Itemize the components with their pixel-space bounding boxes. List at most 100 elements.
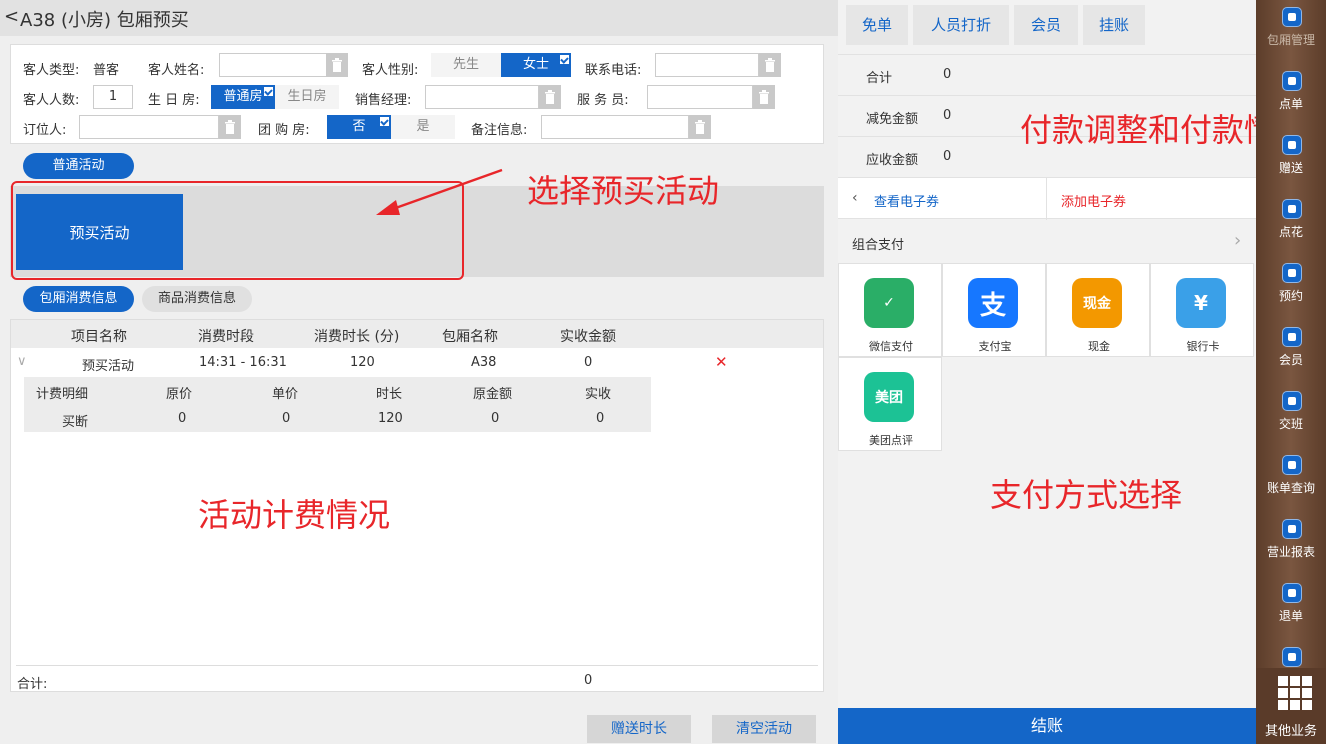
pay-bank-card-label: 银行卡: [1186, 340, 1220, 353]
add-coupon-link[interactable]: 添加电子券: [1061, 191, 1126, 210]
clear-sales-manager-icon[interactable]: [539, 85, 561, 109]
consumption-table: 项目名称 消费时段 消费时长 (分) 包厢名称 实收金额 ∨ 预买活动 14:3…: [10, 319, 824, 692]
total-value: 0: [584, 673, 593, 688]
room-management-icon: [1282, 7, 1302, 27]
sidebar-item-report[interactable]: 营业报表: [1256, 512, 1326, 576]
clear-activity-button[interactable]: 清空活动: [712, 715, 816, 743]
sidebar-item-label: 预约: [1278, 289, 1303, 303]
pay-meituan[interactable]: 美团 美团点评: [838, 357, 942, 451]
expand-icon[interactable]: ∨: [17, 354, 27, 369]
row-room: A38: [471, 355, 497, 370]
sidebar-item-label: 账单查询: [1266, 481, 1315, 495]
payment-panel: 免单 人员打折 会员 挂账 合计 0 减免金额 0 应收金额 0 付款调整和付款…: [838, 0, 1308, 744]
booker-field[interactable]: [79, 115, 219, 139]
summary-discount-value: 0: [943, 108, 952, 123]
guest-name-field[interactable]: [219, 53, 327, 77]
annotation-select-prepay: 选择预买活动: [527, 172, 720, 210]
normal-room-option[interactable]: 普通房: [211, 85, 275, 109]
group-no-option[interactable]: 否: [327, 115, 391, 139]
payment-method-grid: ✓ 微信支付 支 支付宝 现金 现金 ¥ 银行卡 美团 美团点评: [838, 263, 1256, 453]
normal-activity-tab[interactable]: 普通活动: [23, 153, 134, 179]
row-duration: 120: [350, 355, 375, 370]
free-order-button[interactable]: 免单: [846, 5, 908, 45]
checked-icon: [560, 55, 569, 64]
summary-total-row: 合计 0: [838, 54, 1256, 94]
chevron-left-icon[interactable]: ‹: [852, 190, 858, 206]
other-business-button[interactable]: 其他业务: [1256, 668, 1326, 744]
pay-bank-card[interactable]: ¥ 银行卡: [1150, 263, 1254, 357]
sidebar-item-member[interactable]: 会员: [1256, 320, 1326, 384]
view-coupon-link[interactable]: 查看电子券: [874, 191, 939, 210]
back-icon[interactable]: <: [4, 6, 19, 27]
page-title: A38 (小房) 包厢预买: [20, 10, 189, 31]
guest-type-label: 客人类型:: [23, 63, 80, 78]
gender-ms-option[interactable]: 女士: [501, 53, 571, 77]
annotation-arrow-icon: [376, 168, 503, 215]
sidebar-item-partial[interactable]: [1256, 640, 1326, 668]
on-account-button[interactable]: 挂账: [1083, 5, 1145, 45]
guest-count-field[interactable]: 1: [93, 85, 133, 109]
pay-wechat-label: 微信支付: [869, 340, 913, 353]
row-period: 14:31 - 16:31: [199, 355, 287, 370]
wechat-pay-icon: ✓: [864, 278, 914, 328]
sidebar-item-reservation[interactable]: 预约: [1256, 256, 1326, 320]
col-amount: 实收金额: [560, 329, 616, 345]
meituan-icon: 美团: [864, 372, 914, 422]
function-sidebar: 包厢管理 点单 赠送 点花 预约 会员 交班 账单查询 营业报表 退单 其他业务: [1256, 0, 1326, 744]
member-button[interactable]: 会员: [1014, 5, 1078, 45]
sidebar-item-room-management[interactable]: 包厢管理: [1256, 0, 1326, 64]
pay-alipay[interactable]: 支 支付宝: [942, 263, 1046, 357]
sidebar-item-shift[interactable]: 交班: [1256, 384, 1326, 448]
discount-toolbar: 免单 人员打折 会员 挂账: [838, 0, 1256, 52]
pay-cash[interactable]: 现金 现金: [1046, 263, 1150, 357]
annotation-billing: 活动计费情况: [198, 496, 391, 534]
summary-due-value: 0: [943, 149, 952, 164]
summary-due-label: 应收金额: [866, 153, 919, 168]
guest-name-label: 客人姓名:: [148, 63, 205, 78]
guest-info-form: 客人类型: 普客 客人姓名: 客人性别: 先生 女士 联系电话: 客人人数: 1…: [10, 44, 824, 144]
sidebar-item-gift[interactable]: 赠送: [1256, 128, 1326, 192]
clear-attendant-icon[interactable]: [753, 85, 775, 109]
gender-mr-option[interactable]: 先生: [431, 53, 501, 77]
title-bar: < A38 (小房) 包厢预买: [0, 0, 838, 36]
clear-guest-name-icon[interactable]: [326, 53, 348, 77]
other-business-label: 其他业务: [1264, 724, 1317, 739]
remark-field[interactable]: [541, 115, 689, 139]
clear-phone-icon[interactable]: [759, 53, 781, 77]
grid-icon: [1278, 676, 1312, 710]
col-item-name: 项目名称: [71, 329, 127, 345]
clear-booker-icon[interactable]: [219, 115, 241, 139]
divider: [16, 665, 818, 666]
sidebar-item-label: 点单: [1278, 97, 1303, 111]
pay-cash-label: 现金: [1088, 340, 1110, 353]
pay-wechat[interactable]: ✓ 微信支付: [838, 263, 942, 357]
phone-field[interactable]: [655, 53, 759, 77]
sidebar-item-refund[interactable]: 退单: [1256, 576, 1326, 640]
gift-time-button[interactable]: 赠送时长: [587, 715, 691, 743]
sidebar-item-flowers[interactable]: 点花: [1256, 192, 1326, 256]
staff-discount-button[interactable]: 人员打折: [913, 5, 1009, 45]
group-yes-option[interactable]: 是: [391, 115, 455, 139]
cash-icon: 现金: [1072, 278, 1122, 328]
tab-goods-consumption[interactable]: 商品消费信息: [142, 286, 252, 312]
sidebar-item-label: 赠送: [1278, 161, 1303, 175]
sub-cell-duration: 120: [378, 411, 403, 426]
sub-col-received: 实收: [585, 387, 612, 402]
summary-total-value: 0: [943, 67, 952, 82]
sidebar-item-order[interactable]: 点单: [1256, 64, 1326, 128]
delete-icon[interactable]: ✕: [715, 353, 728, 371]
attendant-field[interactable]: [647, 85, 753, 109]
sub-cell-original-amount: 0: [491, 411, 500, 426]
total-label: 合计:: [17, 677, 48, 692]
row-amount: 0: [584, 355, 593, 370]
summary-discount-label: 减免金额: [866, 112, 919, 127]
sidebar-item-label: 交班: [1278, 417, 1303, 431]
checkout-button[interactable]: 结账: [838, 708, 1256, 744]
tab-room-consumption[interactable]: 包厢消费信息: [23, 286, 134, 312]
combo-pay-row[interactable]: 组合支付 ›: [838, 222, 1256, 262]
sales-manager-field[interactable]: [425, 85, 539, 109]
gender-label: 客人性别:: [362, 63, 419, 78]
birthday-room-option[interactable]: 生日房: [275, 85, 339, 109]
clear-remark-icon[interactable]: [689, 115, 711, 139]
sidebar-item-bill-query[interactable]: 账单查询: [1256, 448, 1326, 512]
